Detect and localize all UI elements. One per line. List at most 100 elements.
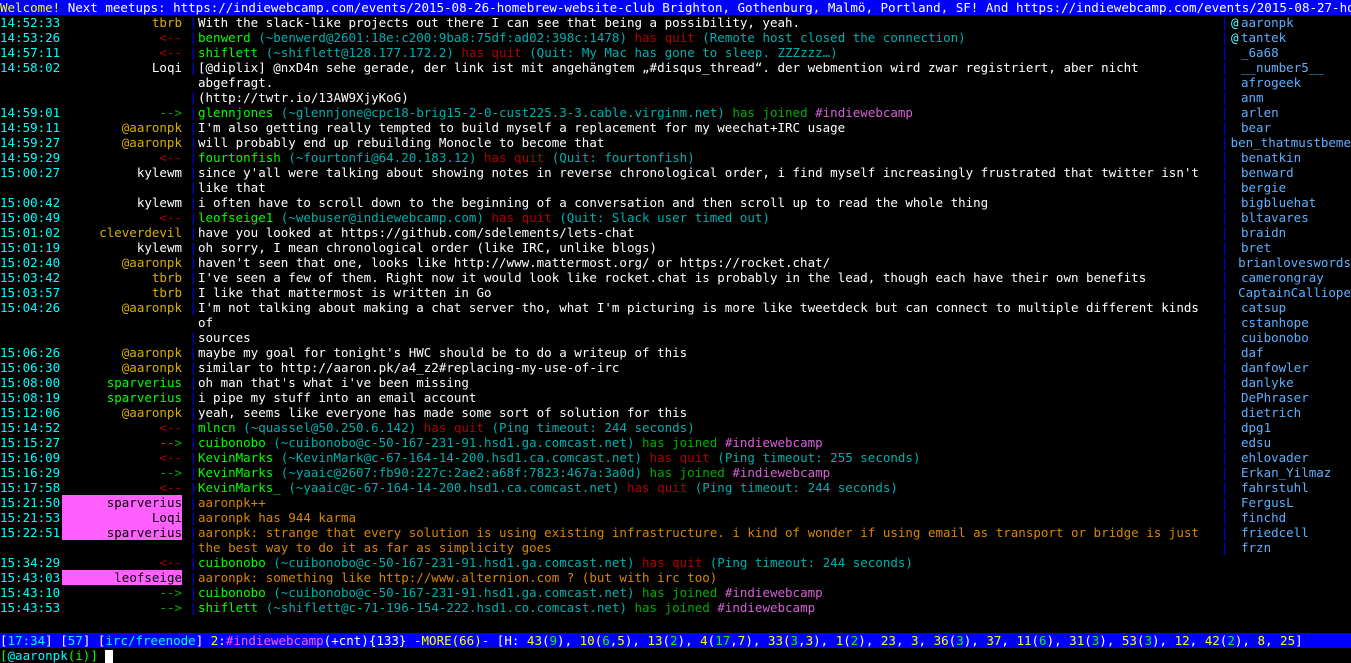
nicklist-sep: | [1221, 105, 1231, 120]
nick: <-- [62, 150, 182, 165]
nick: @aaronpk [62, 255, 182, 270]
separator: | [182, 135, 198, 150]
timestamp: 15:06:26 [0, 345, 62, 360]
nick: --> [62, 435, 182, 450]
nicklist-item[interactable]: | afrogeek [1221, 75, 1351, 90]
nicklist-item[interactable]: | frzn [1221, 540, 1351, 555]
nicklist-item[interactable]: | ehlovader [1221, 450, 1351, 465]
timestamp: 15:34:29 [0, 555, 62, 570]
nicklist-item[interactable]: | dpg1 [1221, 420, 1351, 435]
nicklist-sep: | [1221, 390, 1231, 405]
nicklist-item[interactable]: | __number5__ [1221, 60, 1351, 75]
nicklist-item[interactable]: | benward [1221, 165, 1351, 180]
nicklist-item[interactable]: | catsup [1221, 300, 1351, 315]
separator: | [182, 45, 198, 60]
nicklist-item[interactable]: | bigbluehat [1221, 195, 1351, 210]
nicklist-item[interactable]: | danlyke [1221, 375, 1351, 390]
log-row: 15:22:51sparverius | aaronpk: strange th… [0, 525, 1351, 540]
nicklist-item[interactable]: | bergie [1221, 180, 1351, 195]
nick: @aaronpk [62, 135, 182, 150]
nicklist-item[interactable]: | dietrich [1221, 405, 1351, 420]
nicklist-item[interactable]: | camerongray [1221, 270, 1351, 285]
nicklist-item[interactable]: | benatkin [1221, 150, 1351, 165]
message: will probably end up rebuilding Monocle … [198, 135, 1221, 150]
separator: | [182, 525, 198, 540]
nicklist-item[interactable]: | friedcell [1221, 525, 1351, 540]
nick-name: dpg1 [1241, 420, 1271, 435]
log-row: 15:01:02cleverdevil | have you looked at… [0, 225, 1351, 240]
nick-mode [1231, 420, 1241, 435]
nick: tbrb [62, 15, 182, 30]
nick: @aaronpk [62, 300, 182, 330]
nicklist-item[interactable]: | CaptainCalliope [1221, 285, 1351, 300]
nicklist-item[interactable]: | _6a68 [1221, 45, 1351, 60]
log-row: 15:12:06@aaronpk | yeah, seems like ever… [0, 405, 1351, 420]
nicklist-item[interactable]: |@tantek [1221, 30, 1351, 45]
nicklist-item[interactable]: | anm [1221, 90, 1351, 105]
nicklist-item[interactable]: | cuibonobo [1221, 330, 1351, 345]
timestamp: 14:59:29 [0, 150, 62, 165]
nicklist-item[interactable]: | finchd [1221, 510, 1351, 525]
nicklist-item[interactable]: | ben_thatmustbeme [1221, 135, 1351, 150]
nicklist-item[interactable]: | arlen [1221, 105, 1351, 120]
nicklist-item[interactable]: |@aaronpk [1221, 15, 1351, 30]
message: aaronpk++ [198, 495, 1221, 510]
separator: | [182, 510, 198, 525]
separator: | [182, 150, 198, 165]
nicklist-item[interactable]: | fahrstuhl [1221, 480, 1351, 495]
message: I like that mattermost is written in Go [198, 285, 1221, 300]
input-line[interactable]: [@aaronpk(i)] [0, 648, 1351, 663]
nicklist-item[interactable]: | edsu [1221, 435, 1351, 450]
nicklist-sep: | [1221, 150, 1231, 165]
message: haven't seen that one, looks like http:/… [198, 255, 1221, 270]
nicklist-item[interactable]: | brianloveswords [1221, 255, 1351, 270]
nicklist-sep: | [1221, 135, 1229, 150]
timestamp: 14:59:01 [0, 105, 62, 120]
nicklist-item[interactable]: | DePhraser [1221, 390, 1351, 405]
nicklist-sep: | [1221, 300, 1231, 315]
message: i pipe my stuff into an email account [198, 390, 1221, 405]
nicklist-item[interactable]: | FergusL [1221, 495, 1351, 510]
nicklist-sep: | [1221, 270, 1231, 285]
nick: <-- [62, 45, 182, 60]
log-row: 15:06:26@aaronpk | maybe my goal for ton… [0, 345, 1351, 360]
nicklist-item[interactable]: | bret [1221, 240, 1351, 255]
nick-name: bear [1241, 120, 1271, 135]
nicklist-item[interactable]: | bltavares [1221, 210, 1351, 225]
nick-mode [1231, 45, 1241, 60]
nicklist-item[interactable]: | cstanhope [1221, 315, 1351, 330]
separator: | [182, 555, 198, 570]
log-row: 15:21:53Loqi | aaronpk has 944 karma [0, 510, 1351, 525]
separator: | [182, 240, 198, 255]
log-row: 15:04:26@aaronpk | I'm not talking about… [0, 300, 1351, 330]
log-row: 15:15:27--> | cuibonobo (~cuibonobo@c-50… [0, 435, 1351, 450]
chat-log[interactable]: 14:52:33tbrb | With the slack-like proje… [0, 15, 1351, 633]
timestamp: 15:04:26 [0, 300, 62, 330]
nicklist-item[interactable]: | daf [1221, 345, 1351, 360]
separator: | [182, 465, 198, 480]
message: I'm not talking about making a chat serv… [198, 300, 1221, 330]
nick-mode [1231, 300, 1241, 315]
nick-mode [1231, 195, 1241, 210]
nick-name: anm [1241, 90, 1264, 105]
message: I've seen a few of them. Right now it wo… [198, 270, 1221, 285]
nick: Loqi [62, 60, 182, 90]
nicklist-item[interactable]: | Erkan_Yilmaz [1221, 465, 1351, 480]
nick-list[interactable]: |@aaronpk|@tantek| _6a68| __number5__| a… [1221, 15, 1351, 633]
nick-name: Erkan_Yilmaz [1241, 465, 1331, 480]
nick-name: cuibonobo [1241, 330, 1309, 345]
nicklist-item[interactable]: | danfowler [1221, 360, 1351, 375]
message: have you looked at https://github.com/sd… [198, 225, 1221, 240]
message: aaronpk: strange that every solution is … [198, 525, 1221, 540]
message: since y'all were talking about showing n… [198, 165, 1221, 180]
log-row: 15:06:30@aaronpk | similar to http://aar… [0, 360, 1351, 375]
nick-name: benatkin [1241, 150, 1301, 165]
timestamp: 15:21:53 [0, 510, 62, 525]
timestamp: 15:00:49 [0, 210, 62, 225]
separator: | [182, 120, 198, 135]
nicklist-item[interactable]: | braidn [1221, 225, 1351, 240]
nick-mode [1231, 540, 1241, 555]
log-row: 15:02:40@aaronpk | haven't seen that one… [0, 255, 1351, 270]
nicklist-item[interactable]: | bear [1221, 120, 1351, 135]
nick-name: aaronpk [1241, 15, 1294, 30]
